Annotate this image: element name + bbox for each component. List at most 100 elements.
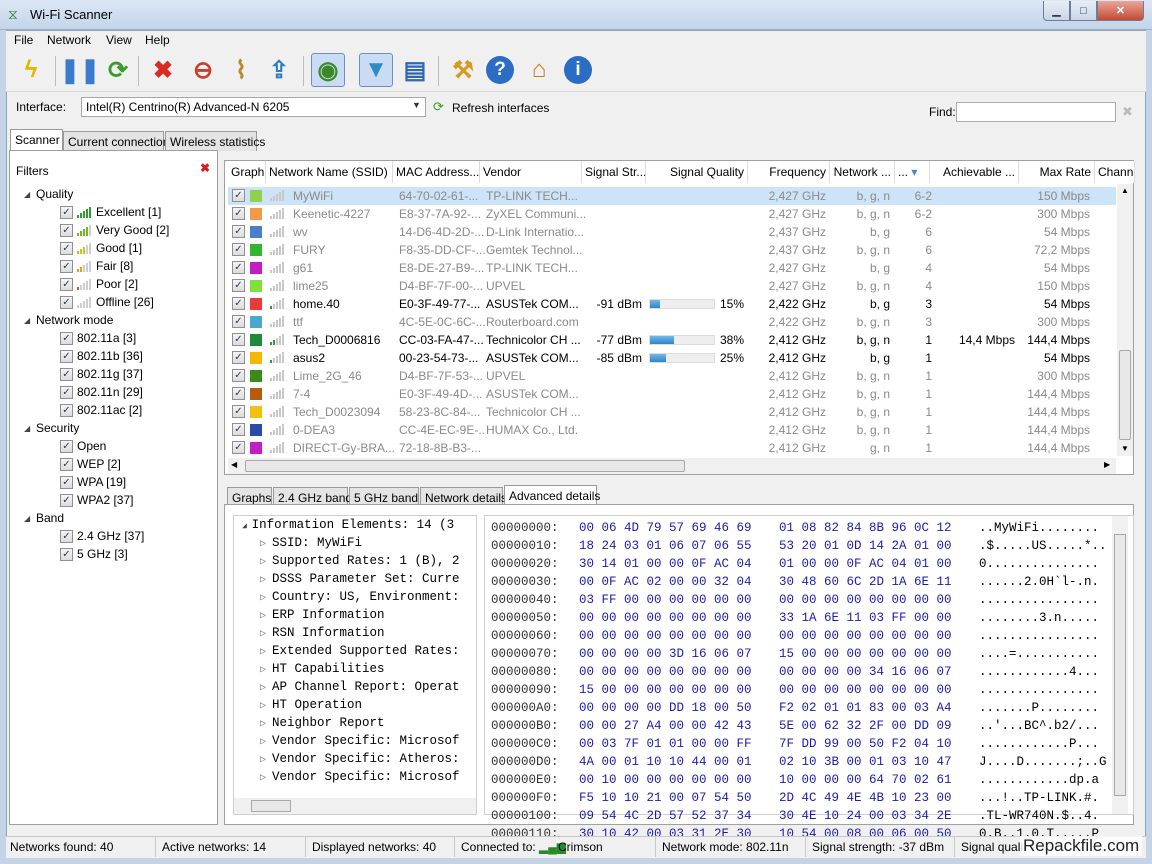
notebook-button[interactable]: ▤ [398, 53, 432, 87]
table-row[interactable]: ✓ 7-4 E0-3F-49-4D-... ASUSTek COM... 2,412 G… [228, 385, 1116, 403]
row-checkbox[interactable]: ✓ [232, 225, 245, 238]
menu-file[interactable]: File [14, 33, 33, 47]
collapse-icon[interactable]: ◢ [24, 514, 36, 523]
filter-item[interactable]: ✓ 802.11n [29] [60, 383, 143, 401]
filter-checkbox[interactable]: ✓ [60, 205, 73, 219]
filter-group[interactable]: ◢ Band [24, 509, 64, 527]
help-button[interactable]: ? [483, 53, 517, 87]
filter-checkbox[interactable]: ✓ [60, 259, 73, 273]
info-element-node[interactable]: ▷ HT Operation [260, 698, 476, 712]
tree-scroll-thumb[interactable] [251, 800, 291, 812]
table-row[interactable]: ✓ wv 14-D6-4D-2D-... D-Link Internatio... 2,… [228, 223, 1116, 241]
table-row[interactable]: ✓ asus2 00-23-54-73-... ASUSTek COM... -85 d… [228, 349, 1116, 367]
menu-help[interactable]: Help [145, 33, 170, 47]
row-checkbox[interactable]: ✓ [232, 351, 245, 364]
filter-button[interactable]: ▼ [359, 53, 393, 87]
column-header[interactable]: MAC Address... [393, 161, 480, 183]
filter-item[interactable]: ✓ 802.11g [37] [60, 365, 143, 383]
expand-icon[interactable]: ▷ [260, 701, 272, 712]
expand-icon[interactable]: ▷ [260, 683, 272, 694]
filter-checkbox[interactable]: ✓ [60, 295, 73, 309]
filter-checkbox[interactable]: ✓ [60, 439, 73, 453]
horizontal-scroll-thumb[interactable] [245, 460, 685, 472]
refresh-button[interactable]: ⟳ [101, 53, 135, 87]
maximize-button[interactable]: □ [1070, 1, 1097, 21]
table-row[interactable]: ✓ DIRECT-Gy-BRA... 72-18-8B-B3-... 2,412 GH… [228, 439, 1116, 457]
filter-item[interactable]: ✓ Very Good [2] [60, 221, 169, 239]
table-row[interactable]: ✓ Tech_D0023094 58-23-8C-84-... Technicolor… [228, 403, 1116, 421]
column-header[interactable]: Network Name (SSID) [266, 161, 393, 183]
row-checkbox[interactable]: ✓ [232, 297, 245, 310]
tab-current-connection[interactable]: Current connection [63, 131, 169, 151]
find-input[interactable] [956, 102, 1116, 122]
expand-icon[interactable]: ▷ [260, 737, 272, 748]
row-checkbox[interactable]: ✓ [232, 333, 245, 346]
info-element-node[interactable]: ▷ Country: US, Environment: [260, 590, 476, 604]
table-row[interactable]: ✓ 0-DEA3 CC-4E-EC-9E-... HUMAX Co., Ltd. 2,4… [228, 421, 1116, 439]
export-button[interactable]: ⇪ [262, 53, 296, 87]
info-element-node[interactable]: ▷ Vendor Specific: Microsof [260, 734, 476, 748]
filter-checkbox[interactable]: ✓ [60, 331, 73, 345]
info-element-node[interactable]: ▷ AP Channel Report: Operat [260, 680, 476, 694]
clear-filters-icon[interactable]: ✖ [200, 161, 210, 175]
scroll-left-icon[interactable]: ◀ [231, 460, 237, 469]
table-row[interactable]: ✓ MyWiFi 64-70-02-61-... TP-LINK TECH... 2,4… [228, 187, 1116, 205]
expand-icon[interactable]: ▷ [260, 539, 272, 550]
info-element-node[interactable]: ▷ DSSS Parameter Set: Curre [260, 572, 476, 586]
filter-checkbox[interactable]: ✓ [60, 457, 73, 471]
vertical-scroll-thumb[interactable] [1119, 350, 1131, 440]
refresh-interfaces-button[interactable]: Refresh interfaces [452, 101, 549, 115]
info-root-node[interactable]: ◢ Information Elements: 14 (3 [242, 518, 454, 532]
info-element-node[interactable]: ▷ HT Capabilities [260, 662, 476, 676]
info-button[interactable]: i [561, 53, 595, 87]
row-checkbox[interactable]: ✓ [232, 423, 245, 436]
row-checkbox[interactable]: ✓ [232, 189, 245, 202]
lightning-button[interactable]: ϟ [14, 53, 48, 87]
tab-scanner[interactable]: Scanner [10, 129, 63, 151]
info-element-node[interactable]: ▷ Supported Rates: 1 (B), 2 [260, 554, 476, 568]
table-row[interactable]: ✓ FURY F8-35-DD-CF-... Gemtek Technol... 2,4… [228, 241, 1116, 259]
scroll-down-icon[interactable]: ▼ [1121, 444, 1129, 453]
expand-icon[interactable]: ▷ [260, 611, 272, 622]
table-row[interactable]: ✓ Keenetic-4227 E8-37-7A-92-... ZyXEL Commu… [228, 205, 1116, 223]
filter-checkbox[interactable]: ✓ [60, 241, 73, 255]
column-header[interactable]: Network ... [830, 161, 895, 183]
column-header[interactable]: Signal Str... [582, 161, 646, 183]
column-header[interactable]: Frequency [748, 161, 830, 183]
filter-checkbox[interactable]: ✓ [60, 277, 73, 291]
filter-item[interactable]: ✓ WPA [19] [60, 473, 126, 491]
menu-network[interactable]: Network [47, 33, 91, 47]
expand-icon[interactable]: ▷ [260, 557, 272, 568]
filter-item[interactable]: ✓ WPA2 [37] [60, 491, 133, 509]
table-row[interactable]: ✓ home.40 E0-3F-49-77-... ASUSTek COM... -91… [228, 295, 1116, 313]
info-element-node[interactable]: ▷ RSN Information [260, 626, 476, 640]
row-checkbox[interactable]: ✓ [232, 261, 245, 274]
filter-item[interactable]: ✓ Poor [2] [60, 275, 138, 293]
tab-wireless-statistics[interactable]: Wireless statistics [165, 131, 265, 151]
expanded-icon[interactable]: ◢ [242, 522, 252, 531]
table-row[interactable]: ✓ Lime_2G_46 D4-BF-7F-53-... UPVEL 2,412 GHz… [228, 367, 1116, 385]
row-checkbox[interactable]: ✓ [232, 405, 245, 418]
filter-group[interactable]: ◢ Network mode [24, 311, 113, 329]
filter-checkbox[interactable]: ✓ [60, 475, 73, 489]
filter-item[interactable]: ✓ 802.11ac [2] [60, 401, 142, 419]
filter-group[interactable]: ◢ Security [24, 419, 79, 437]
info-element-node[interactable]: ▷ Vendor Specific: Microsof [260, 770, 476, 784]
delete-button[interactable]: ✖ [146, 53, 180, 87]
filter-item[interactable]: ✓ 2.4 GHz [37] [60, 527, 144, 545]
clear-icon[interactable]: ✖ [1122, 104, 1133, 120]
expand-icon[interactable]: ▷ [260, 629, 272, 640]
table-row[interactable]: ✓ lime25 D4-BF-7F-00-... UPVEL 2,427 GHz b, g… [228, 277, 1116, 295]
filter-item[interactable]: ✓ 5 GHz [3] [60, 545, 128, 563]
column-header[interactable]: Max Rate [1019, 161, 1095, 183]
filter-item[interactable]: ✓ 802.11b [36] [60, 347, 143, 365]
row-checkbox[interactable]: ✓ [232, 315, 245, 328]
expand-icon[interactable]: ▷ [260, 773, 272, 784]
pause-button[interactable]: ❚❚ [60, 53, 100, 87]
column-header[interactable]: Signal Quality [646, 161, 748, 183]
close-button[interactable]: ✕ [1097, 1, 1144, 21]
filter-item[interactable]: ✓ Open [60, 437, 106, 455]
column-header[interactable]: ... ▾ [895, 161, 930, 183]
filter-checkbox[interactable]: ✓ [60, 385, 73, 399]
table-row[interactable]: ✓ g61 E8-DE-27-B9-... TP-LINK TECH... 2,427 … [228, 259, 1116, 277]
